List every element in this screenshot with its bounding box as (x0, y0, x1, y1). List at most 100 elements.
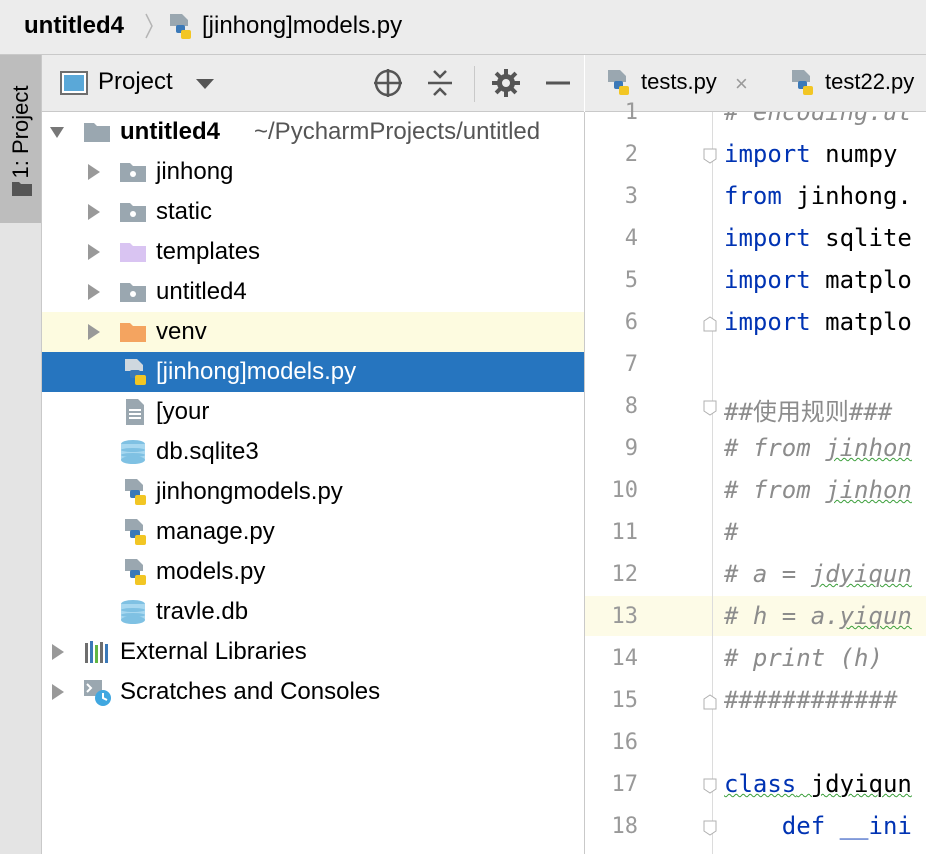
python-file-icon (792, 70, 813, 95)
tree-item-scratches[interactable]: Scratches and Consoles (42, 672, 584, 712)
fold-marker-icon[interactable] (703, 820, 717, 836)
tree-item-travle-db[interactable]: travle.db (42, 592, 584, 632)
chevron-right-icon[interactable] (50, 684, 64, 700)
code-line: ##使用规则### (724, 398, 893, 426)
python-file-icon (125, 479, 146, 505)
fold-marker-icon[interactable] (703, 400, 717, 416)
package-folder-icon (120, 163, 146, 182)
tree-item-jinhong-models-py[interactable]: [jinhong]models.py (42, 352, 584, 392)
chevron-down-icon[interactable] (196, 79, 214, 89)
python-file-icon (608, 70, 629, 95)
line-number: 17 (611, 772, 639, 797)
folder-icon (84, 123, 110, 142)
chevron-right-icon[interactable] (50, 644, 64, 660)
code-text: matplo (810, 308, 912, 336)
python-file-icon (125, 519, 146, 545)
tree-item-external-libraries[interactable]: External Libraries (42, 632, 584, 672)
code-line: import numpy (724, 140, 897, 168)
fold-marker-icon[interactable] (703, 778, 717, 794)
collapse-all-icon[interactable] (424, 67, 456, 99)
code-comment: # from (724, 476, 826, 504)
chevron-right-icon[interactable] (86, 164, 100, 180)
code-text: sqlite (810, 224, 912, 252)
code-line: class jdyiqun (724, 770, 912, 798)
chevron-right-icon[interactable] (86, 204, 100, 220)
tree-item-venv[interactable]: venv (42, 312, 584, 352)
python-file-icon (125, 359, 146, 385)
tree-item-models-py[interactable]: models.py (42, 552, 584, 592)
libraries-icon (85, 641, 108, 663)
tree-item-label: [your (156, 398, 210, 425)
chevron-down-icon[interactable] (50, 124, 64, 140)
tree-item-label: [jinhong]models.py (156, 358, 357, 385)
tree-item-db-sqlite3[interactable]: db.sqlite3 (42, 432, 584, 472)
tree-item-label: manage.py (156, 518, 275, 545)
code-keyword: import (724, 140, 811, 168)
code-line: from jinhong. (724, 182, 912, 210)
package-folder-icon (120, 203, 146, 222)
tree-item-root[interactable]: untitled4 ~/PycharmProjects/untitled (42, 112, 584, 152)
tree-item-label: Scratches and Consoles (120, 678, 381, 705)
chevron-right-icon[interactable] (86, 324, 100, 340)
close-icon[interactable]: × (735, 71, 748, 97)
chevron-right-icon[interactable] (86, 284, 100, 300)
tree-item-label: jinhong (156, 158, 234, 185)
tree-item-label: models.py (156, 558, 266, 585)
code-line: import matplo (724, 266, 912, 294)
tree-item-path: ~/PycharmProjects/untitled (254, 118, 541, 145)
line-number: 9 (624, 436, 638, 461)
line-number: 18 (611, 814, 639, 839)
code-comment-typo: yiqun (839, 602, 912, 630)
code-line: def __ini (724, 812, 912, 840)
breadcrumb-chevron-icon (145, 13, 153, 39)
python-file-icon (170, 14, 191, 39)
code-comment: # a = (724, 560, 811, 588)
line-number: 16 (611, 730, 639, 755)
project-view-icon (60, 71, 88, 95)
templates-folder-icon (120, 243, 146, 262)
package-folder-icon (120, 283, 146, 302)
line-number: 15 (611, 688, 639, 713)
gear-icon[interactable] (490, 67, 522, 99)
code-line: # print (h) (724, 644, 883, 672)
code-keyword: from (724, 182, 782, 210)
fold-marker-icon[interactable] (703, 694, 717, 710)
tab-label: test22.py (825, 69, 915, 94)
tree-item-untitled4[interactable]: untitled4 (42, 272, 584, 312)
fold-marker-icon[interactable] (703, 316, 717, 332)
tree-item-label: static (156, 198, 213, 225)
tree-item-label: db.sqlite3 (156, 438, 259, 465)
code-comment-typo: jinhon (825, 476, 912, 504)
scratches-icon (84, 680, 111, 706)
code-text: jinhong. (781, 182, 912, 210)
python-file-icon (125, 559, 146, 585)
line-number: 12 (611, 562, 639, 587)
code-line: import sqlite (724, 224, 912, 252)
breadcrumb-file[interactable]: [jinhong]models.py (202, 12, 402, 40)
fold-marker-icon[interactable] (703, 148, 717, 164)
locate-file-icon[interactable] (372, 67, 404, 99)
code-line: # (724, 518, 739, 546)
breadcrumb-project[interactable]: untitled4 (24, 12, 124, 40)
chevron-right-icon[interactable] (86, 244, 100, 260)
tab-test22-py[interactable]: test22.py (775, 55, 926, 111)
code-line: # from jinhon (724, 434, 912, 462)
code-comment: # h = a. (724, 602, 840, 630)
project-tool-tab-label[interactable]: 1: Project (7, 69, 35, 195)
tree-item-jinhong[interactable]: jinhong (42, 152, 584, 192)
tree-item-label: untitled4 (156, 278, 247, 305)
code-comment-typo: jinhon (825, 434, 912, 462)
line-number: 2 (624, 142, 638, 167)
tree-item-label: External Libraries (120, 638, 307, 665)
tree-item-jinhongmodels-py[interactable]: jinhongmodels.py (42, 472, 584, 512)
tree-item-label: travle.db (156, 598, 249, 625)
tree-item-static[interactable]: static (42, 192, 584, 232)
tree-item-templates[interactable]: templates (42, 232, 584, 272)
code-area[interactable]: # encoding:ut import numpy from jinhong.… (724, 112, 926, 854)
hide-panel-icon[interactable] (542, 67, 574, 99)
tree-item-label: venv (156, 318, 207, 345)
line-number: 1 (624, 100, 638, 125)
tree-item-manage-py[interactable]: manage.py (42, 512, 584, 552)
tree-item-your[interactable]: [your (42, 392, 584, 432)
project-panel-title[interactable]: Project (98, 68, 173, 96)
